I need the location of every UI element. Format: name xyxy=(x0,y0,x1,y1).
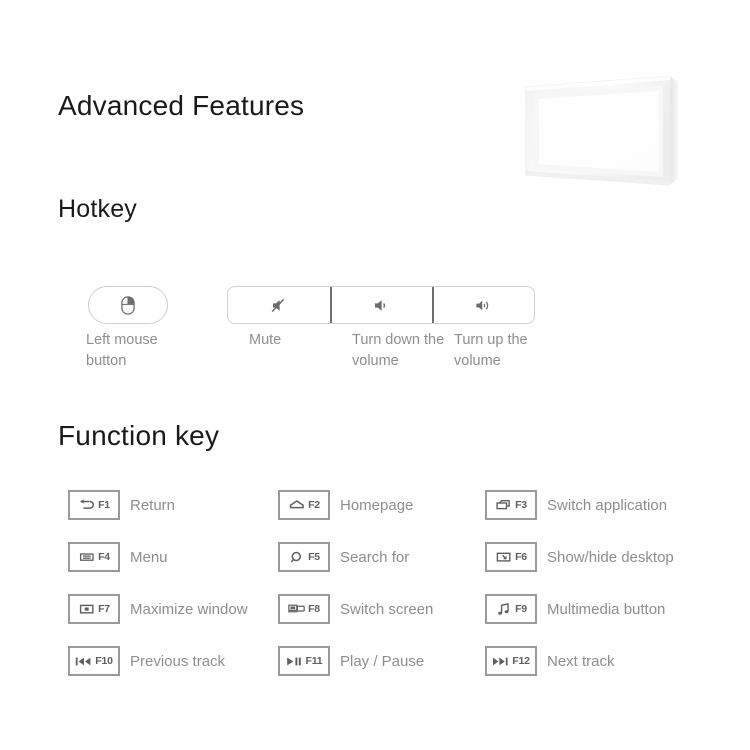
volume-captions: Mute Turn down the volume Turn up the vo… xyxy=(227,330,547,372)
function-key-label: Multimedia button xyxy=(547,600,666,618)
volume-up-icon xyxy=(475,298,492,313)
key-box-f11[interactable]: F11 xyxy=(278,646,330,676)
volume-down-icon xyxy=(373,298,390,313)
key-fn-label: F4 xyxy=(98,550,110,563)
volume-up-caption: Turn up the volume xyxy=(454,332,528,369)
mute-key[interactable] xyxy=(228,287,330,323)
play-pause-icon xyxy=(286,654,303,669)
volume-key-group xyxy=(227,286,535,324)
function-key-label: Next track xyxy=(547,652,615,670)
key-box-f5[interactable]: F5 xyxy=(278,542,330,572)
key-box-f3[interactable]: F3 xyxy=(485,490,537,520)
left-mouse-button-key[interactable] xyxy=(88,286,168,324)
volume-mute-icon xyxy=(271,298,288,313)
show-desktop-icon xyxy=(495,550,512,565)
function-key-label: Play / Pause xyxy=(340,652,425,670)
key-fn-label: F9 xyxy=(515,602,527,615)
function-key-item-f5[interactable]: F5 Search for xyxy=(278,542,409,572)
key-fn-label: F8 xyxy=(308,602,320,615)
home-icon xyxy=(288,498,305,513)
function-key-item-f4[interactable]: F4 Menu xyxy=(68,542,168,572)
function-key-grid: F1 Return F2 Homepage F3 Switch applicat… xyxy=(0,490,750,698)
function-key-item-f8[interactable]: F8 Switch screen xyxy=(278,594,433,624)
function-key-row: F4 Menu F5 Search for F6 Show/hide deskt… xyxy=(0,542,750,594)
function-key-label: Previous track xyxy=(130,652,226,670)
function-key-row: F1 Return F2 Homepage F3 Switch applicat… xyxy=(0,490,750,542)
menu-icon xyxy=(78,550,95,565)
function-key-row: F10 Previous track F11 Play / Pause F12 … xyxy=(0,646,750,698)
function-key-item-f1[interactable]: F1 Return xyxy=(68,490,175,520)
wireless-keyboard-photo xyxy=(520,58,690,198)
key-box-f2[interactable]: F2 xyxy=(278,490,330,520)
key-fn-label: F12 xyxy=(512,654,530,667)
volume-down-key[interactable] xyxy=(330,287,432,323)
key-box-f12[interactable]: F12 xyxy=(485,646,537,676)
page-title-advanced-features: Advanced Features xyxy=(58,90,305,121)
music-note-icon xyxy=(495,602,512,617)
previous-track-icon xyxy=(75,654,92,669)
function-key-item-f3[interactable]: F3 Switch application xyxy=(485,490,667,520)
function-key-label: Search for xyxy=(340,548,410,566)
volume-down-caption: Turn down the volume xyxy=(352,332,445,369)
function-key-label: Menu xyxy=(130,548,168,566)
function-key-item-f11[interactable]: F11 Play / Pause xyxy=(278,646,424,676)
key-fn-label: F2 xyxy=(308,498,320,511)
mute-caption: Mute xyxy=(249,332,282,348)
function-key-label: Show/hide desktop xyxy=(547,548,674,566)
function-key-item-f9[interactable]: F9 Multimedia button xyxy=(485,594,665,624)
key-box-f9[interactable]: F9 xyxy=(485,594,537,624)
key-box-f6[interactable]: F6 xyxy=(485,542,537,572)
section-title-function-key: Function key xyxy=(58,420,220,451)
function-key-label: Switch screen xyxy=(340,600,434,618)
function-key-row: F7 Maximize window F8 Switch screen F9 M… xyxy=(0,594,750,646)
function-key-item-f6[interactable]: F6 Show/hide desktop xyxy=(485,542,674,572)
key-box-f8[interactable]: F8 xyxy=(278,594,330,624)
section-title-hotkey: Hotkey xyxy=(58,195,138,223)
key-fn-label: F10 xyxy=(95,654,113,667)
switch-screen-icon xyxy=(288,602,305,617)
next-track-icon xyxy=(492,654,509,669)
function-key-item-f7[interactable]: F7 Maximize window xyxy=(68,594,248,624)
left-mouse-button-icon xyxy=(120,295,137,315)
function-key-label: Homepage xyxy=(340,496,414,514)
key-box-f1[interactable]: F1 xyxy=(68,490,120,520)
function-key-label: Maximize window xyxy=(130,600,248,618)
volume-up-key[interactable] xyxy=(432,287,534,323)
back-arrow-icon xyxy=(78,498,95,513)
function-key-item-f10[interactable]: F10 Previous track xyxy=(68,646,225,676)
function-key-item-f2[interactable]: F2 Homepage xyxy=(278,490,413,520)
key-fn-label: F7 xyxy=(98,602,110,615)
key-fn-label: F1 xyxy=(98,498,110,511)
switch-app-icon xyxy=(495,498,512,513)
key-fn-label: F5 xyxy=(308,550,320,563)
maximize-window-icon xyxy=(78,602,95,617)
key-fn-label: F6 xyxy=(515,550,527,563)
key-box-f7[interactable]: F7 xyxy=(68,594,120,624)
key-box-f10[interactable]: F10 xyxy=(68,646,120,676)
function-key-label: Return xyxy=(130,496,176,514)
key-box-f4[interactable]: F4 xyxy=(68,542,120,572)
search-icon xyxy=(288,550,305,565)
key-fn-label: F3 xyxy=(515,498,527,511)
function-key-item-f12[interactable]: F12 Next track xyxy=(485,646,615,676)
key-fn-label: F11 xyxy=(305,654,323,667)
function-key-label: Switch application xyxy=(547,496,668,514)
left-mouse-button-caption: Left mouse button xyxy=(86,332,158,369)
